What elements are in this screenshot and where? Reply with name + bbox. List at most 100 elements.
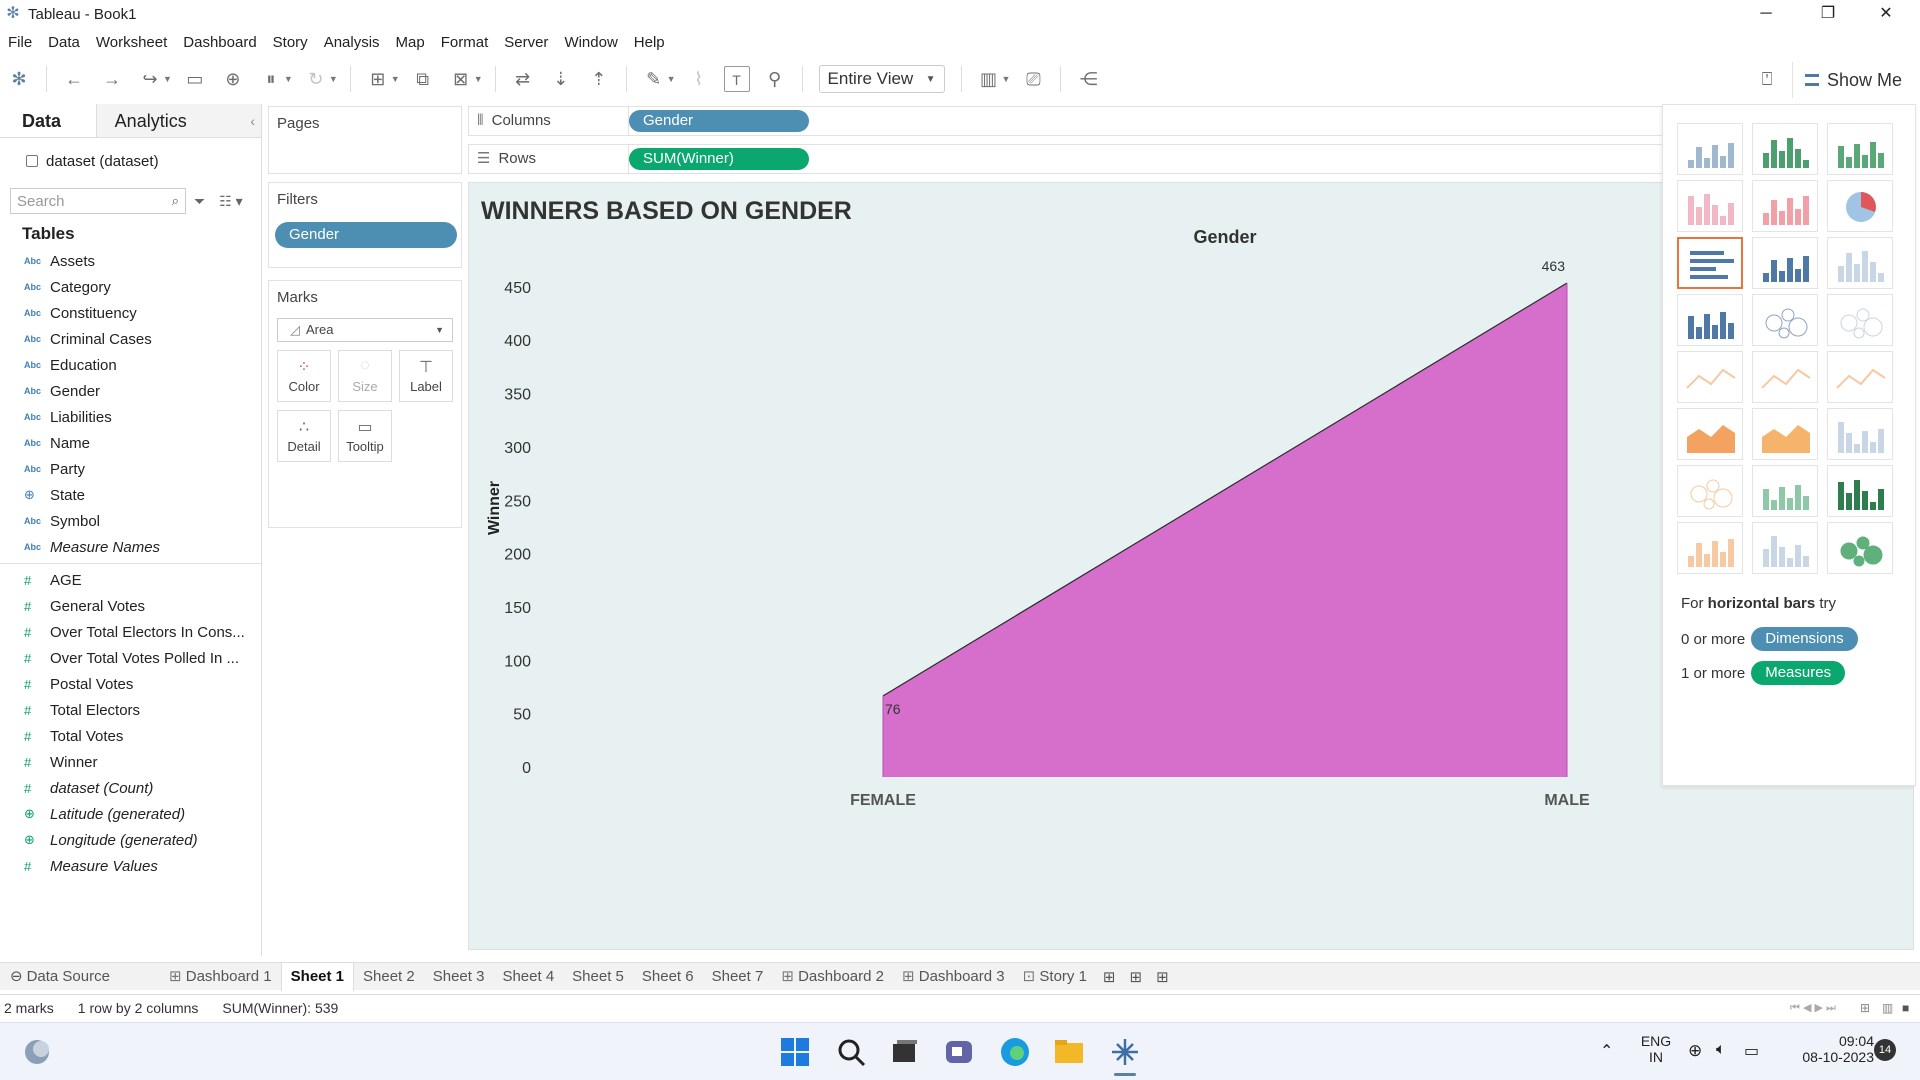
filmstrip-icon[interactable]: ▥ <box>1882 1001 1893 1015</box>
group-members-icon[interactable]: ⌇ <box>686 66 712 92</box>
sort-ascending-icon[interactable]: ⇣ <box>548 66 574 92</box>
rows-shelf[interactable]: ☰ Rows SUM(Winner) <box>468 144 1664 174</box>
chevron-down-icon[interactable]: ▼ <box>1002 74 1011 84</box>
field-gender[interactable]: Abc Gender <box>0 378 261 404</box>
tabs-view-icon[interactable]: ■ <box>1902 1001 1909 1015</box>
rows-pill-sum-winner[interactable]: SUM(Winner) <box>629 148 809 170</box>
new-worksheet-icon[interactable]: ⊞ <box>365 66 391 92</box>
menu-data[interactable]: Data <box>48 34 80 51</box>
chart-type-side-by-side-bars[interactable] <box>1827 237 1893 289</box>
menu-map[interactable]: Map <box>396 34 425 51</box>
field-measure-names[interactable]: Abc Measure Names <box>0 534 261 560</box>
menu-file[interactable]: File <box>8 34 32 51</box>
fix-axes-icon[interactable]: ⚲ <box>762 66 788 92</box>
chart-type-area-discrete[interactable] <box>1752 408 1818 460</box>
chart-type-gantt-chart[interactable] <box>1677 522 1743 574</box>
file-explorer-icon[interactable] <box>1052 1035 1086 1069</box>
tab-sheet-7[interactable]: Sheet 7 <box>703 963 773 991</box>
data-source-tab[interactable]: ⊖ Data Source <box>0 963 160 991</box>
color-button[interactable]: ⁘ Color <box>277 350 331 402</box>
duplicate-sheet-icon[interactable]: ⧉ <box>410 66 436 92</box>
tab-navigation-icon[interactable]: ⏮ ◀ ▶ ⏭ <box>1790 1001 1836 1015</box>
chart-type-lines-discrete[interactable] <box>1752 351 1818 403</box>
pause-updates-icon[interactable]: ⏸ <box>258 66 284 92</box>
chevron-down-icon[interactable]: ▼ <box>163 74 172 84</box>
clear-sheet-icon[interactable]: ⊠ <box>448 66 474 92</box>
chart-type-text-table[interactable] <box>1677 123 1743 175</box>
presentation-mode-icon[interactable]: ⎚ <box>1020 66 1046 92</box>
restore-icon[interactable]: ❐ <box>1800 0 1856 28</box>
filters-card[interactable]: Filters Gender <box>268 182 462 268</box>
filter-pill-gender[interactable]: Gender <box>275 222 457 248</box>
field-general-votes[interactable]: # General Votes <box>0 593 261 619</box>
redo-icon[interactable]: → <box>99 66 125 92</box>
field-criminal-cases[interactable]: Abc Criminal Cases <box>0 326 261 352</box>
chart-type-bullet-graph[interactable] <box>1752 522 1818 574</box>
tab-sheet-4[interactable]: Sheet 4 <box>493 963 563 991</box>
share-icon[interactable]: ⋲ <box>1075 66 1101 92</box>
clock[interactable]: 09:04 08-10-2023 <box>1784 1033 1874 1065</box>
field-total-electors[interactable]: # Total Electors <box>0 697 261 723</box>
new-dashboard-tab-icon[interactable]: ⊞ <box>1123 968 1150 986</box>
chevron-down-icon[interactable]: ▼ <box>474 74 483 84</box>
edge-browser-icon[interactable] <box>998 1035 1032 1069</box>
chart-type-lines-continuous[interactable] <box>1677 351 1743 403</box>
datasource-item[interactable]: dataset (dataset) <box>0 138 261 174</box>
swap-rows-columns-icon[interactable]: ⇄ <box>510 66 536 92</box>
filter-fields-icon[interactable]: ⏷ <box>194 193 205 210</box>
field-liabilities[interactable]: Abc Liabilities <box>0 404 261 430</box>
chart-type-symbol-map[interactable] <box>1677 180 1743 232</box>
chart-type-treemap[interactable] <box>1677 294 1743 346</box>
chart-type-box-whisker[interactable] <box>1827 465 1893 517</box>
chevron-down-icon[interactable]: ▼ <box>284 74 293 84</box>
tab-sheet-2[interactable]: Sheet 2 <box>354 963 424 991</box>
tab-sheet-1[interactable]: Sheet 1 <box>280 962 355 991</box>
new-datasource-icon[interactable]: ⊕ <box>220 66 246 92</box>
refresh-icon[interactable]: ↻ <box>303 66 329 92</box>
weather-icon[interactable] <box>20 1035 54 1069</box>
volume-icon[interactable]: 🔈︎ <box>1716 1041 1726 1059</box>
menu-format[interactable]: Format <box>441 34 489 51</box>
field-name[interactable]: Abc Name <box>0 430 261 456</box>
menu-dashboard[interactable]: Dashboard <box>183 34 256 51</box>
field-education[interactable]: Abc Education <box>0 352 261 378</box>
battery-icon[interactable]: ▭ <box>1744 1041 1759 1061</box>
tab-data[interactable]: Data <box>0 104 96 137</box>
chart-type-dual-lines[interactable] <box>1827 351 1893 403</box>
field-latitude-generated[interactable]: ⊕ Latitude (generated) <box>0 801 261 827</box>
chart-type-histogram[interactable] <box>1752 465 1818 517</box>
tableau-taskbar-icon[interactable] <box>1108 1035 1142 1069</box>
field-postal-votes[interactable]: # Postal Votes <box>0 671 261 697</box>
highlight-icon[interactable]: ✎ <box>641 66 667 92</box>
chart-type-area-continuous[interactable] <box>1677 408 1743 460</box>
mark-type-dropdown[interactable]: ◿ Area ▼ <box>277 318 453 342</box>
tab-dashboard-2[interactable]: ⊞ Dashboard 2 <box>772 963 893 991</box>
close-icon[interactable]: ✕ <box>1858 0 1914 28</box>
show-me-button[interactable]: Show Me <box>1792 62 1920 98</box>
menu-server[interactable]: Server <box>504 34 548 51</box>
menu-story[interactable]: Story <box>273 34 308 51</box>
show-mark-labels-icon[interactable]: T <box>723 66 750 92</box>
chart-type-filled-map[interactable] <box>1752 180 1818 232</box>
fit-dropdown[interactable]: Entire View ▼ <box>818 65 945 93</box>
field-assets[interactable]: Abc Assets <box>0 248 261 274</box>
label-button[interactable]: ⊤ Label <box>399 350 453 402</box>
field-over-total-votes-polled-in[interactable]: # Over Total Votes Polled In ... <box>0 645 261 671</box>
field-age[interactable]: # AGE <box>0 567 261 593</box>
columns-shelf[interactable]: ⦀ Columns Gender <box>468 106 1664 136</box>
chart-type-scatter-plot[interactable] <box>1677 465 1743 517</box>
pages-card[interactable]: Pages <box>268 106 462 174</box>
chevron-up-icon[interactable]: ⌃ <box>1600 1041 1613 1061</box>
chart-type-pie-chart[interactable] <box>1827 180 1893 232</box>
ask-data-icon[interactable]: ⍞ <box>1754 66 1780 92</box>
field-winner[interactable]: # Winner <box>0 749 261 775</box>
chart-type-circle-views[interactable] <box>1752 294 1818 346</box>
tab-sheet-3[interactable]: Sheet 3 <box>424 963 494 991</box>
new-worksheet-tab-icon[interactable]: ⊞ <box>1096 968 1123 986</box>
size-button[interactable]: ◌ Size <box>338 350 392 402</box>
sort-descending-icon[interactable]: ⇡ <box>586 66 612 92</box>
tab-sheet-6[interactable]: Sheet 6 <box>633 963 703 991</box>
field-measure-values[interactable]: # Measure Values <box>0 853 261 879</box>
chevron-down-icon[interactable]: ▼ <box>329 74 338 84</box>
new-story-tab-icon[interactable]: ⊞ <box>1149 968 1176 986</box>
